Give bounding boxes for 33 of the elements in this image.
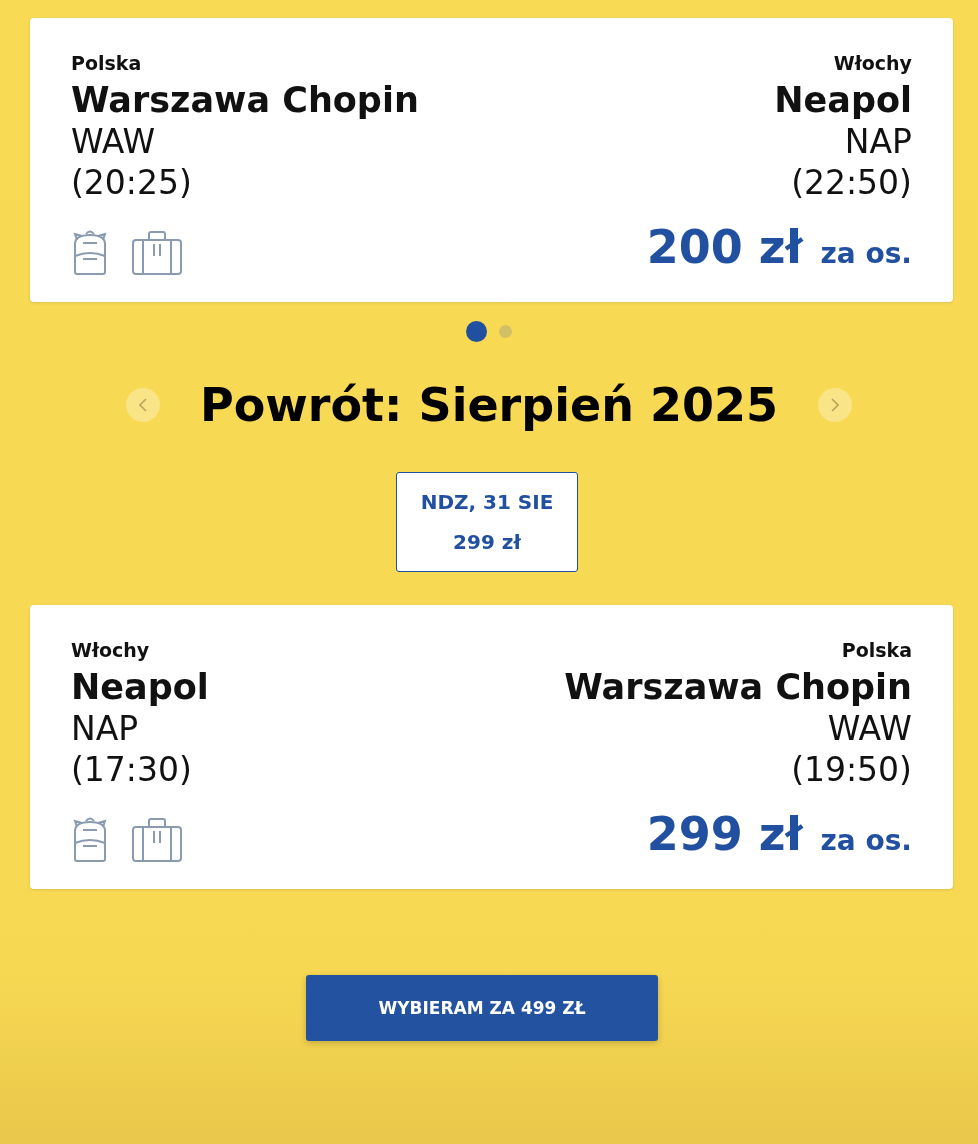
suitcase-icon	[131, 817, 183, 863]
carousel-dot[interactable]	[466, 321, 487, 342]
flight-time: (19:50)	[791, 750, 912, 789]
flight-time: (20:25)	[71, 163, 193, 202]
country-label: Polska	[71, 52, 143, 74]
previous-button[interactable]	[126, 388, 160, 422]
airport-name: Warszawa Chopin	[71, 80, 419, 120]
country-label: Polska	[841, 639, 912, 661]
backpack-icon	[71, 815, 109, 863]
airport-code: WAW	[827, 709, 912, 748]
chevron-left-icon	[139, 398, 147, 412]
carousel-dot[interactable]	[499, 325, 512, 338]
price: 299 zł	[646, 807, 803, 861]
airport-code: NAP	[844, 122, 912, 161]
date-option[interactable]: NDZ, 31 SIE 299 zł	[396, 472, 578, 572]
airport-code: NAP	[71, 709, 140, 748]
country-label: Włochy	[833, 52, 912, 74]
next-button[interactable]	[818, 388, 852, 422]
airport-name: Neapol	[774, 80, 912, 120]
price-unit: za os.	[820, 824, 912, 857]
price: 200 zł	[646, 220, 803, 274]
price-unit: za os.	[820, 237, 912, 270]
airport-code: WAW	[71, 122, 157, 161]
select-button[interactable]: WYBIERAM ZA 499 ZŁ	[306, 975, 658, 1041]
flight-time: (17:30)	[71, 750, 193, 789]
flight-time: (22:50)	[791, 163, 912, 202]
return-heading: Powrót: Sierpień 2025	[200, 378, 778, 432]
country-label: Włochy	[71, 639, 151, 661]
chevron-right-icon	[831, 398, 839, 412]
airport-name: Neapol	[71, 667, 209, 707]
suitcase-icon	[131, 230, 183, 276]
airport-name: Warszawa Chopin	[564, 667, 912, 707]
backpack-icon	[71, 228, 109, 276]
